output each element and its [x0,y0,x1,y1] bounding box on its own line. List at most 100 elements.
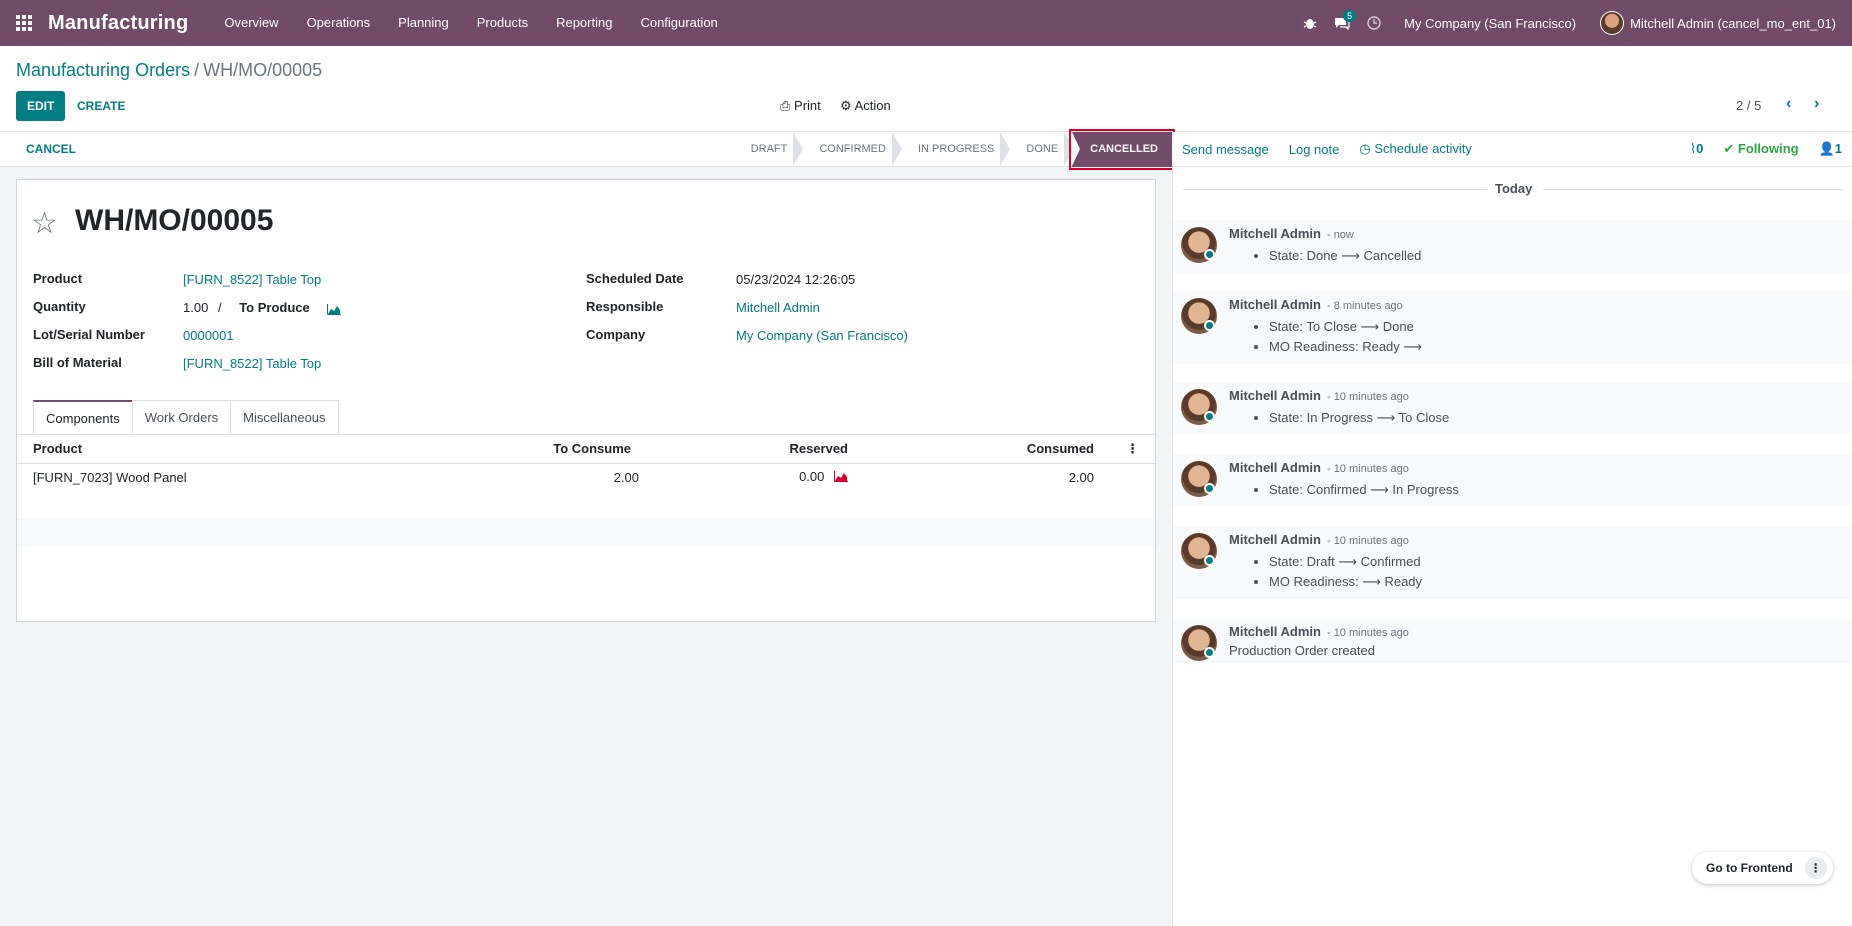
messages-icon[interactable]: 5 [1326,0,1358,46]
followers-button[interactable]: 👤1 [1819,141,1842,157]
more-options-icon[interactable]: ⋮ [1804,857,1827,879]
message-line: State: Draft ⟶ Confirmed [1269,552,1422,572]
message-author[interactable]: Mitchell Admin [1229,388,1321,403]
user-name: Mitchell Admin (cancel_mo_ent_01) [1630,15,1836,31]
column-consumed[interactable]: Consumed [864,435,1110,464]
breadcrumb-parent[interactable]: Manufacturing Orders [16,60,190,80]
apps-menu-icon[interactable] [0,0,48,46]
empty-row [17,491,1155,519]
column-reserved[interactable]: Reserved [647,435,864,464]
message-line: State: In Progress ⟶ To Close [1269,408,1449,428]
online-status-icon [1204,555,1215,566]
stage-draft[interactable]: DRAFT [733,132,804,167]
breadcrumb: Manufacturing Orders / WH/MO/00005 [16,60,322,81]
attachments-button[interactable]: ⌇0 [1690,141,1704,157]
online-status-icon [1204,483,1215,494]
lot-label: Lot/Serial Number [33,327,145,342]
message-time: - 10 minutes ago [1326,463,1409,475]
go-to-frontend-button[interactable]: Go to Frontend ⋮ [1692,852,1833,884]
send-message-button[interactable]: Send message [1182,142,1269,157]
column-to-consume[interactable]: To Consume [417,435,647,464]
app-brand[interactable]: Manufacturing [48,12,188,35]
pager-next-icon[interactable]: › [1814,95,1819,113]
priority-star-icon[interactable]: ☆ [31,206,58,241]
company-link[interactable]: My Company (San Francisco) [736,328,908,343]
pager-value[interactable]: 2 / 5 [1736,98,1761,113]
message-author[interactable]: Mitchell Admin [1229,460,1321,475]
activity-clock-icon[interactable] [1358,0,1390,46]
lot-link[interactable]: 0000001 [183,328,234,343]
tab-components[interactable]: Components [33,400,133,434]
to-produce-label: To Produce [239,300,310,315]
cell-to-consume: 2.00 [613,469,639,485]
chatter-thread: Today Mitchell Admin - now State: Done ⟶ … [1172,167,1852,926]
empty-row [17,519,1155,547]
action-button[interactable]: ⚙ Action [840,98,891,114]
debug-bug-icon[interactable] [1294,0,1326,46]
product-link[interactable]: [FURN_8522] Table Top [183,272,321,287]
menu-operations[interactable]: Operations [293,0,385,46]
message-author[interactable]: Mitchell Admin [1229,532,1321,547]
stage-cancelled-label: CANCELLED [1090,143,1158,155]
table-row[interactable]: [FURN_7023] Wood Panel 2.00 0.00 2.00 [17,463,1155,491]
product-label: Product [33,271,83,286]
cell-reserved: 0.00 [647,463,864,491]
optional-columns-icon[interactable]: ⋮ [1110,435,1155,464]
forecast-warning-icon[interactable] [834,470,848,485]
menu-reporting[interactable]: Reporting [542,0,626,46]
cancel-button[interactable]: CANCEL [26,142,76,156]
scheduled-date-value: 05/23/2024 12:26:05 [736,272,856,287]
message-author[interactable]: Mitchell Admin [1229,297,1321,312]
top-navbar: Manufacturing Overview Operations Planni… [0,0,1852,46]
stage-cancelled[interactable]: CANCELLED [1069,129,1175,170]
quantity-label: Quantity [33,299,86,314]
log-note-button[interactable]: Log note [1289,142,1340,157]
edit-button[interactable]: EDIT [16,91,66,121]
menu-products[interactable]: Products [463,0,542,46]
pager-previous-icon[interactable]: ‹ [1786,95,1791,113]
message-time: - now [1326,229,1354,241]
bom-label: Bill of Material [33,355,122,370]
company-label: Company [586,327,646,342]
menu-planning[interactable]: Planning [384,0,463,46]
notebook-tabs: Components Work Orders Miscellaneous [33,400,339,434]
message-time: - 8 minutes ago [1326,300,1403,312]
bom-link[interactable]: [FURN_8522] Table Top [183,356,321,371]
cell-product: [FURN_7023] Wood Panel [33,469,187,485]
message-item: Mitchell Admin - 10 minutes ago State: Dr… [1173,526,1852,599]
quantity-value: 1.00 / To Produce [183,300,342,316]
print-button[interactable]: ⎙ Print [780,98,821,114]
stage-in-progress[interactable]: IN PROGRESS [900,132,1011,167]
create-button[interactable]: CREATE [66,91,136,121]
check-icon: ✔ [1723,141,1738,156]
avatar [1600,11,1625,35]
message-author[interactable]: Mitchell Admin [1229,226,1321,241]
message-item: Mitchell Admin - 8 minutes ago State: To … [1173,291,1852,364]
forecast-chart-icon[interactable] [327,303,342,316]
tab-miscellaneous[interactable]: Miscellaneous [230,400,339,434]
print-label: Print [794,98,821,113]
scheduled-date-label: Scheduled Date [586,271,684,286]
chatter-topbar: Send message Log note ◷ Schedule activit… [1172,132,1852,167]
date-separator-label: Today [1495,181,1533,196]
message-author[interactable]: Mitchell Admin [1229,624,1321,639]
responsible-link[interactable]: Mitchell Admin [736,300,820,315]
message-line: State: Confirmed ⟶ In Progress [1269,480,1459,500]
company-switcher[interactable]: My Company (San Francisco) [1390,16,1590,31]
message-item: Mitchell Admin - 10 minutes ago Productio… [1173,618,1852,663]
menu-overview[interactable]: Overview [210,0,292,46]
schedule-activity-button[interactable]: ◷ Schedule activity [1359,141,1472,157]
breadcrumb-current: WH/MO/00005 [203,60,323,80]
column-product[interactable]: Product [17,435,417,464]
stage-done[interactable]: DONE [1008,132,1074,167]
user-menu[interactable]: Mitchell Admin (cancel_mo_ent_01) [1590,11,1836,35]
stage-confirmed[interactable]: CONFIRMED [801,132,902,167]
message-line: MO Readiness: ⟶ Ready [1269,572,1422,592]
tab-work-orders[interactable]: Work Orders [131,400,232,434]
message-line: State: To Close ⟶ Done [1269,317,1422,337]
go-to-frontend-label: Go to Frontend [1706,861,1793,875]
message-body: Production Order created [1229,643,1375,658]
message-item: Mitchell Admin - 10 minutes ago State: Co… [1173,454,1852,507]
menu-configuration[interactable]: Configuration [626,0,731,46]
following-button[interactable]: ✔ Following [1723,141,1798,157]
